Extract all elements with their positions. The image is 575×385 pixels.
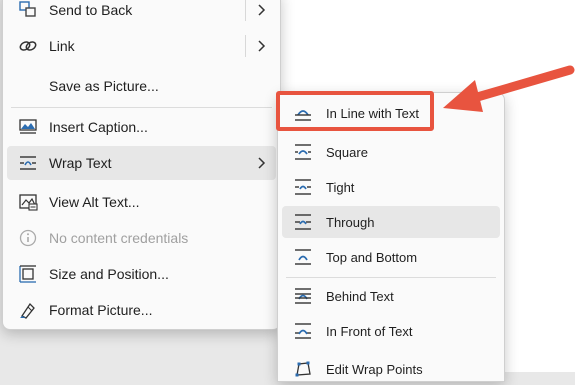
wrap-option-label: Tight [326, 179, 355, 195]
size-position-icon [17, 263, 39, 285]
wrap-text-icon [17, 152, 39, 174]
menu-item-label: Format Picture... [49, 302, 153, 318]
wrap-option-label: Edit Wrap Points [326, 361, 423, 377]
top-bottom-wrap-icon [292, 246, 314, 268]
menu-item-size-and-position[interactable]: Size and Position... [7, 257, 276, 291]
edit-wrap-points-icon [292, 358, 314, 380]
menu-item-label: Size and Position... [49, 266, 169, 282]
submenu-divider [245, 0, 246, 21]
menu-item-insert-caption[interactable]: Insert Caption... [7, 110, 276, 144]
insert-caption-icon [17, 116, 39, 138]
wrap-option-top-and-bottom[interactable]: Top and Bottom [282, 241, 500, 273]
wrap-option-label: Behind Text [326, 288, 394, 304]
send-to-back-icon [17, 0, 39, 21]
wrap-option-tight[interactable]: Tight [282, 171, 500, 203]
in-front-of-text-icon [292, 320, 314, 342]
wrap-option-label: In Front of Text [326, 323, 413, 339]
menu-item-wrap-text[interactable]: Wrap Text [7, 146, 276, 180]
callout-highlight-box [276, 91, 434, 131]
chevron-right-icon[interactable] [254, 3, 268, 17]
menu-item-label: Link [49, 38, 75, 54]
menu-item-label: Send to Back [49, 2, 133, 18]
chevron-right-icon[interactable] [254, 156, 268, 170]
menu-item-label: View Alt Text... [49, 194, 140, 210]
wrap-option-label: Square [326, 144, 368, 160]
menu-item-label: Wrap Text [49, 155, 112, 171]
menu-item-send-to-back[interactable]: Send to Back [7, 0, 276, 27]
square-wrap-icon [292, 141, 314, 163]
wrap-option-square[interactable]: Square [282, 136, 500, 168]
menu-item-no-content-credentials: No content credentials [7, 221, 276, 255]
tight-wrap-icon [292, 176, 314, 198]
wrap-option-behind-text[interactable]: Behind Text [282, 280, 500, 312]
info-icon [17, 227, 39, 249]
alt-text-icon [17, 191, 39, 213]
context-menu: Send to Back Link Save as Picture... Ins… [2, 0, 281, 330]
menu-item-label: Insert Caption... [49, 119, 148, 135]
wrap-option-label: Through [326, 214, 375, 230]
link-icon [17, 35, 39, 57]
format-picture-icon [17, 299, 39, 321]
wrap-option-edit-wrap-points[interactable]: Edit Wrap Points [282, 353, 500, 385]
wrap-text-submenu: In Line with Text Square Tight Through T… [277, 92, 505, 382]
wrap-option-through[interactable]: Through [282, 206, 500, 238]
menu-separator [11, 107, 272, 108]
chevron-right-icon[interactable] [254, 39, 268, 53]
callout-arrow-icon [443, 65, 575, 112]
submenu-divider [245, 35, 246, 57]
menu-item-link[interactable]: Link [7, 29, 276, 63]
menu-item-view-alt-text[interactable]: View Alt Text... [7, 185, 276, 219]
through-wrap-icon [292, 211, 314, 233]
menu-item-save-as-picture[interactable]: Save as Picture... [7, 69, 276, 103]
menu-item-label: No content credentials [49, 230, 189, 246]
wrap-option-label: Top and Bottom [326, 249, 418, 265]
wrap-option-in-front-of-text[interactable]: In Front of Text [282, 315, 500, 347]
menu-item-format-picture[interactable]: Format Picture... [7, 293, 276, 327]
behind-text-icon [292, 285, 314, 307]
menu-item-label: Save as Picture... [49, 78, 159, 94]
submenu-separator [286, 277, 496, 278]
